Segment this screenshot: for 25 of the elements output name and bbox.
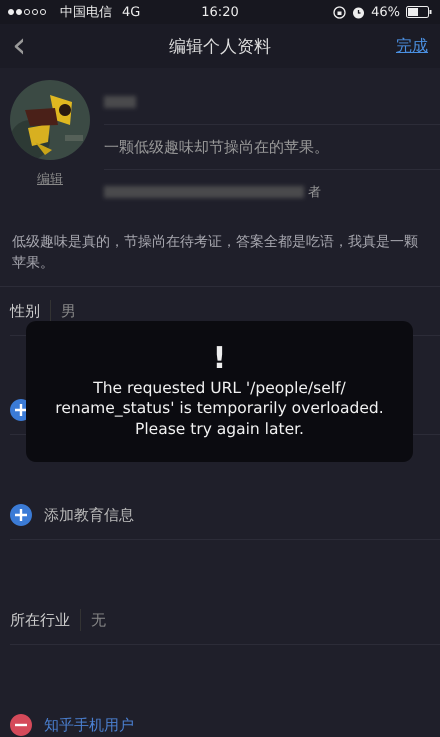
rotation-lock-icon: [333, 6, 346, 18]
industry-label: 所在行业: [10, 609, 81, 631]
done-button[interactable]: 完成: [368, 36, 428, 56]
blurred-name: [104, 96, 136, 108]
industry-value[interactable]: 无: [81, 610, 106, 630]
back-button[interactable]: ‹: [12, 28, 72, 64]
network-type: 4G: [122, 4, 140, 20]
headline: 一颗低级趣味却节操尚在的苹果。: [104, 138, 329, 156]
clock: 16:20: [201, 4, 239, 20]
remove-icon: [10, 714, 32, 736]
account-name[interactable]: 知乎手机用户: [44, 716, 134, 734]
edit-avatar-link[interactable]: 编辑: [37, 170, 63, 188]
add-icon: [10, 504, 32, 526]
page-title: 编辑个人资料: [168, 36, 272, 58]
battery-icon: [406, 6, 432, 18]
add-education-link[interactable]: 添加教育信息: [44, 506, 134, 524]
carrier: 中国电信: [60, 4, 112, 21]
battery-percent: 46%: [371, 4, 400, 20]
headline-suffix: 者: [308, 184, 321, 201]
error-message: The requested URL '/people/self/ rename_status' is temporarily overloaded. Please try again later.: [54, 378, 385, 439]
alert-mark: !: [212, 344, 226, 374]
signal-icon: [8, 9, 46, 15]
bio-text: 低级趣味是真的，节操尚在待考证，答案全都是吃语，我真是一颗苹果。: [0, 214, 440, 287]
alarm-icon: [352, 6, 366, 18]
gender-value[interactable]: 男: [51, 302, 76, 320]
